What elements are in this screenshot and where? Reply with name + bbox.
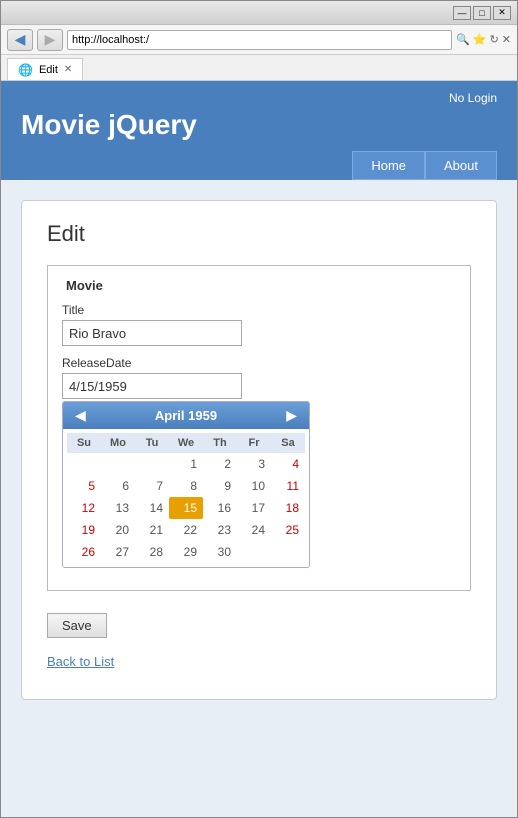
page-title: Edit (47, 221, 471, 247)
app-content: No Login Movie jQuery Home About Edit Mo… (1, 81, 517, 817)
calendar-day[interactable]: 25 (271, 519, 305, 541)
release-label: ReleaseDate (62, 356, 456, 370)
day-header-th: Th (203, 435, 237, 451)
calendar-month-label: April 1959 (155, 408, 217, 423)
calendar-day[interactable]: 12 (67, 497, 101, 519)
tab-label: Edit (39, 64, 58, 76)
close-button[interactable]: ✕ (493, 6, 511, 20)
calendar-day[interactable]: 3 (237, 453, 271, 475)
calendar-day[interactable]: 7 (135, 475, 169, 497)
calendar-day (237, 541, 271, 563)
tab-bar: 🌐 Edit ✕ (1, 55, 517, 81)
calendar-day[interactable]: 16 (203, 497, 237, 519)
calendar-day[interactable]: 30 (203, 541, 237, 563)
calendar-day[interactable]: 18 (271, 497, 305, 519)
calendar-day[interactable]: 21 (135, 519, 169, 541)
calendar-day[interactable]: 1 (169, 453, 203, 475)
refresh-icon[interactable]: ↻ (490, 33, 499, 46)
day-header-we: We (169, 435, 203, 451)
calendar-day[interactable]: 9 (203, 475, 237, 497)
app-title: Movie jQuery (21, 109, 497, 141)
stop-icon[interactable]: ✕ (502, 33, 511, 46)
day-header-fr: Fr (237, 435, 271, 451)
calendar-day[interactable]: 11 (271, 475, 305, 497)
address-bar: ◀ ▶ 🔍 ⭐ ↻ ✕ (1, 25, 517, 55)
calendar-day[interactable]: 8 (169, 475, 203, 497)
calendar-day[interactable]: 2 (203, 453, 237, 475)
calendar-day[interactable]: 15 (169, 497, 203, 519)
calendar-day[interactable]: 22 (169, 519, 203, 541)
title-field-group: Title (62, 303, 456, 346)
browser-tab[interactable]: 🌐 Edit ✕ (7, 58, 83, 80)
back-to-list-link[interactable]: Back to List (47, 654, 471, 669)
calendar-day[interactable]: 17 (237, 497, 271, 519)
calendar-day[interactable]: 14 (135, 497, 169, 519)
calendar-day[interactable]: 5 (67, 475, 101, 497)
fieldset-legend: Movie (62, 278, 456, 293)
title-bar-buttons: — □ ✕ (453, 6, 511, 20)
calendar-days-grid: 1234567891011121314151617181920212223242… (67, 453, 305, 563)
minimize-button[interactable]: — (453, 6, 471, 20)
title-label: Title (62, 303, 456, 317)
calendar-day[interactable]: 23 (203, 519, 237, 541)
maximize-button[interactable]: □ (473, 6, 491, 20)
day-header-sa: Sa (271, 435, 305, 451)
address-icons: 🔍 ⭐ ↻ ✕ (456, 33, 511, 46)
calendar-next-button[interactable]: ▶ (282, 407, 301, 424)
no-login-label: No Login (21, 91, 497, 105)
title-input[interactable] (62, 320, 242, 346)
home-nav-button[interactable]: Home (352, 151, 425, 180)
calendar-day[interactable]: 4 (271, 453, 305, 475)
calendar-day[interactable]: 13 (101, 497, 135, 519)
bookmark-icon: ⭐ (473, 33, 487, 46)
save-button[interactable]: Save (47, 613, 107, 638)
day-header-mo: Mo (101, 435, 135, 451)
app-header: No Login Movie jQuery Home About (1, 81, 517, 180)
calendar-day[interactable]: 19 (67, 519, 101, 541)
calendar-day[interactable]: 6 (101, 475, 135, 497)
calendar-day (135, 453, 169, 475)
browser-window: — □ ✕ ◀ ▶ 🔍 ⭐ ↻ ✕ 🌐 Edit ✕ No Login Movi… (0, 0, 518, 818)
movie-fieldset: Movie Title ReleaseDate ◀ April 1959 (47, 265, 471, 591)
main-area: Edit Movie Title ReleaseDate ◀ (1, 180, 517, 817)
search-icon: 🔍 (456, 33, 470, 46)
calendar-day[interactable]: 24 (237, 519, 271, 541)
calendar-day[interactable]: 20 (101, 519, 135, 541)
nav-bar: Home About (21, 151, 497, 180)
address-input[interactable] (67, 30, 452, 50)
calendar-prev-button[interactable]: ◀ (71, 407, 90, 424)
calendar: ◀ April 1959 ▶ Su Mo Tu We Th (62, 401, 310, 568)
tab-favicon-icon: 🌐 (18, 63, 33, 77)
calendar-day[interactable]: 28 (135, 541, 169, 563)
back-nav-button[interactable]: ◀ (7, 29, 33, 51)
content-box: Edit Movie Title ReleaseDate ◀ (21, 200, 497, 700)
title-bar: — □ ✕ (1, 1, 517, 25)
about-nav-button[interactable]: About (425, 151, 497, 180)
release-field-group: ReleaseDate ◀ April 1959 ▶ Su (62, 356, 456, 568)
calendar-day (101, 453, 135, 475)
calendar-day[interactable]: 29 (169, 541, 203, 563)
calendar-days-header: Su Mo Tu We Th Fr Sa (67, 433, 305, 453)
calendar-day[interactable]: 10 (237, 475, 271, 497)
tab-close-button[interactable]: ✕ (64, 64, 72, 75)
calendar-day[interactable]: 26 (67, 541, 101, 563)
calendar-day[interactable]: 27 (101, 541, 135, 563)
calendar-grid: Su Mo Tu We Th Fr Sa 1234567891011121314… (63, 429, 309, 567)
day-header-su: Su (67, 435, 101, 451)
forward-nav-button[interactable]: ▶ (37, 29, 63, 51)
day-header-tu: Tu (135, 435, 169, 451)
calendar-header: ◀ April 1959 ▶ (63, 402, 309, 429)
calendar-day (67, 453, 101, 475)
calendar-day (271, 541, 305, 563)
release-date-input[interactable] (62, 373, 242, 399)
